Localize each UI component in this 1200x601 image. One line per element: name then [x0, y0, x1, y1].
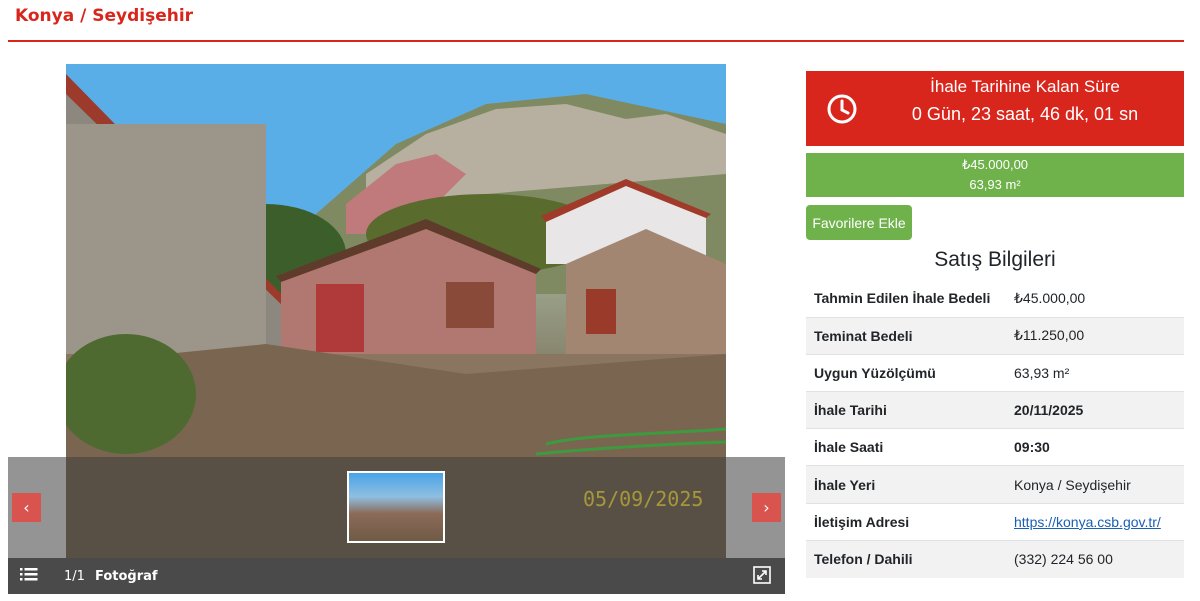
table-row: İhale Tarihi 20/11/2025	[806, 391, 1184, 429]
header-divider	[8, 40, 1184, 42]
row-label: İhale Yeri	[814, 476, 876, 493]
row-value: 09:30	[1014, 439, 1050, 456]
auction-countdown: İhale Tarihine Kalan Süre 0 Gün, 23 saat…	[806, 71, 1184, 146]
countdown-title: İhale Tarihine Kalan Süre	[930, 77, 1120, 96]
row-label: İhale Saati	[814, 439, 884, 456]
table-row: İhale Saati 09:30	[806, 428, 1184, 466]
table-row: Teminat Bedeli ₺11.250,00	[806, 317, 1184, 355]
sale-info-table: Tahmin Edilen İhale Bedeli ₺45.000,00 Te…	[806, 280, 1184, 578]
next-photo-button[interactable]: ›	[752, 493, 781, 522]
row-value: (332) 224 56 00	[1014, 551, 1113, 568]
table-row: Uygun Yüzölçümü 63,93 m²	[806, 354, 1184, 391]
price-area: 63,93 m²	[969, 177, 1021, 192]
row-value: ₺45.000,00	[1014, 289, 1086, 306]
row-value: Konya / Seydişehir	[1014, 476, 1131, 493]
row-label: Teminat Bedeli	[814, 327, 913, 344]
row-label: Tahmin Edilen İhale Bedeli	[814, 290, 991, 307]
photo-gallery: 05/09/2025 ‹ › 1/1 Fotoğraf	[8, 64, 785, 594]
expand-icon[interactable]	[753, 566, 771, 584]
row-label: Telefon / Dahili	[814, 551, 913, 568]
clock-icon	[826, 93, 858, 125]
row-label: İhale Tarihi	[814, 402, 887, 419]
row-label: İletişim Adresi	[814, 513, 910, 530]
row-value: 63,93 m²	[1014, 364, 1070, 381]
add-to-favorites-button[interactable]: Favorilere Ekle	[806, 205, 912, 240]
row-value: https://konya.csb.gov.tr/	[1006, 503, 1184, 540]
photo-thumbnail[interactable]	[347, 471, 445, 543]
list-icon[interactable]	[20, 565, 38, 583]
sale-info-title: Satış Bilgileri	[934, 248, 1056, 271]
table-row: İhale Yeri Konya / Seydişehir	[806, 465, 1184, 504]
gallery-toolbar: 1/1 Fotoğraf	[8, 558, 785, 594]
table-row: İletişim Adresi https://konya.csb.gov.tr…	[806, 503, 1184, 540]
row-value: ₺11.250,00	[1014, 327, 1085, 344]
countdown-value: 0 Gün, 23 saat, 46 dk, 01 sn	[911, 104, 1139, 124]
previous-photo-button[interactable]: ‹	[12, 493, 41, 522]
table-row: Tahmin Edilen İhale Bedeli ₺45.000,00	[806, 280, 1184, 317]
page-title: Konya / Seydişehir	[15, 6, 194, 26]
photo-counter: 1/1	[64, 569, 85, 584]
photo-caption: Fotoğraf	[95, 569, 158, 584]
price-summary: ₺45.000,00 63,93 m²	[806, 153, 1184, 197]
table-row: Telefon / Dahili (332) 224 56 00	[806, 540, 1184, 578]
photo-date-stamp: 05/09/2025	[583, 487, 704, 511]
contact-address-link[interactable]: https://konya.csb.gov.tr/	[1014, 514, 1161, 530]
row-label: Uygun Yüzölçümü	[814, 364, 936, 381]
price-amount: ₺45.000,00	[961, 157, 1029, 172]
row-value: 20/11/2025	[1014, 402, 1084, 419]
